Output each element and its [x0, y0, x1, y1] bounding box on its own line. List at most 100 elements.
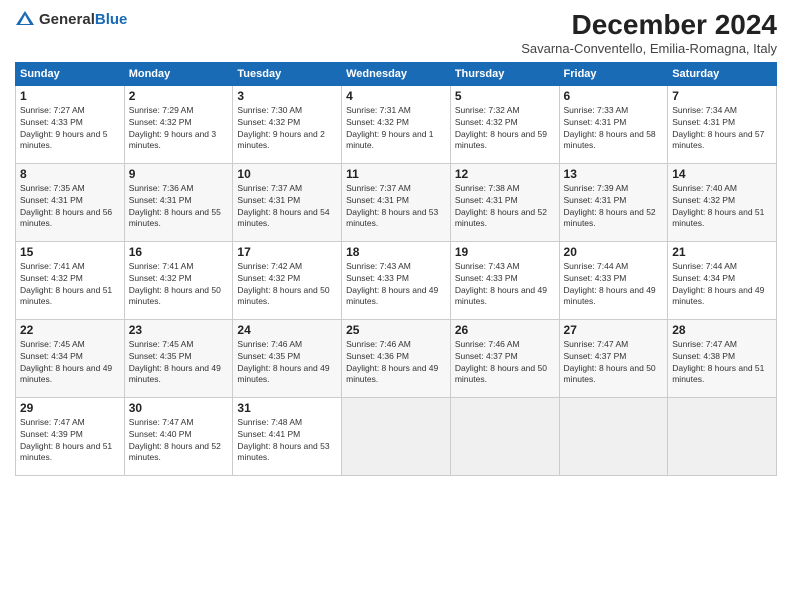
day-number: 22 [20, 323, 120, 337]
day-number: 31 [237, 401, 337, 415]
calendar-cell: 1 Sunrise: 7:27 AMSunset: 4:33 PMDayligh… [16, 85, 125, 163]
calendar-cell: 16 Sunrise: 7:41 AMSunset: 4:32 PMDaylig… [124, 241, 233, 319]
day-number: 9 [129, 167, 229, 181]
col-sunday: Sunday [16, 62, 125, 85]
day-info: Sunrise: 7:44 AMSunset: 4:33 PMDaylight:… [564, 261, 656, 307]
day-number: 24 [237, 323, 337, 337]
day-number: 6 [564, 89, 664, 103]
day-info: Sunrise: 7:36 AMSunset: 4:31 PMDaylight:… [129, 183, 221, 229]
calendar-cell: 10 Sunrise: 7:37 AMSunset: 4:31 PMDaylig… [233, 163, 342, 241]
day-number: 10 [237, 167, 337, 181]
logo-general: GeneralBlue [39, 11, 127, 29]
subtitle: Savarna-Conventello, Emilia-Romagna, Ita… [521, 41, 777, 56]
calendar-cell: 27 Sunrise: 7:47 AMSunset: 4:37 PMDaylig… [559, 319, 668, 397]
logo-icon [15, 10, 35, 30]
day-number: 16 [129, 245, 229, 259]
day-info: Sunrise: 7:37 AMSunset: 4:31 PMDaylight:… [346, 183, 438, 229]
calendar-week-1: 1 Sunrise: 7:27 AMSunset: 4:33 PMDayligh… [16, 85, 777, 163]
day-info: Sunrise: 7:38 AMSunset: 4:31 PMDaylight:… [455, 183, 547, 229]
calendar-cell: 8 Sunrise: 7:35 AMSunset: 4:31 PMDayligh… [16, 163, 125, 241]
day-number: 28 [672, 323, 772, 337]
col-wednesday: Wednesday [342, 62, 451, 85]
calendar-cell: 7 Sunrise: 7:34 AMSunset: 4:31 PMDayligh… [668, 85, 777, 163]
calendar-cell: 6 Sunrise: 7:33 AMSunset: 4:31 PMDayligh… [559, 85, 668, 163]
day-info: Sunrise: 7:41 AMSunset: 4:32 PMDaylight:… [129, 261, 221, 307]
day-info: Sunrise: 7:35 AMSunset: 4:31 PMDaylight:… [20, 183, 112, 229]
header: GeneralBlue December 2024 Savarna-Conven… [15, 10, 777, 56]
calendar-cell: 29 Sunrise: 7:47 AMSunset: 4:39 PMDaylig… [16, 397, 125, 475]
day-number: 12 [455, 167, 555, 181]
calendar-cell: 14 Sunrise: 7:40 AMSunset: 4:32 PMDaylig… [668, 163, 777, 241]
day-info: Sunrise: 7:48 AMSunset: 4:41 PMDaylight:… [237, 417, 329, 463]
calendar-table: Sunday Monday Tuesday Wednesday Thursday… [15, 62, 777, 476]
calendar-cell: 2 Sunrise: 7:29 AMSunset: 4:32 PMDayligh… [124, 85, 233, 163]
calendar-cell [342, 397, 451, 475]
day-info: Sunrise: 7:40 AMSunset: 4:32 PMDaylight:… [672, 183, 764, 229]
day-info: Sunrise: 7:47 AMSunset: 4:38 PMDaylight:… [672, 339, 764, 385]
day-number: 23 [129, 323, 229, 337]
day-number: 18 [346, 245, 446, 259]
day-number: 19 [455, 245, 555, 259]
day-number: 11 [346, 167, 446, 181]
calendar-cell: 17 Sunrise: 7:42 AMSunset: 4:32 PMDaylig… [233, 241, 342, 319]
calendar-cell: 13 Sunrise: 7:39 AMSunset: 4:31 PMDaylig… [559, 163, 668, 241]
calendar-cell [450, 397, 559, 475]
calendar-cell: 22 Sunrise: 7:45 AMSunset: 4:34 PMDaylig… [16, 319, 125, 397]
calendar-cell: 25 Sunrise: 7:46 AMSunset: 4:36 PMDaylig… [342, 319, 451, 397]
calendar-cell: 4 Sunrise: 7:31 AMSunset: 4:32 PMDayligh… [342, 85, 451, 163]
day-info: Sunrise: 7:47 AMSunset: 4:37 PMDaylight:… [564, 339, 656, 385]
day-number: 30 [129, 401, 229, 415]
day-info: Sunrise: 7:31 AMSunset: 4:32 PMDaylight:… [346, 105, 433, 151]
calendar-cell: 24 Sunrise: 7:46 AMSunset: 4:35 PMDaylig… [233, 319, 342, 397]
calendar-week-2: 8 Sunrise: 7:35 AMSunset: 4:31 PMDayligh… [16, 163, 777, 241]
logo: GeneralBlue [15, 10, 127, 30]
day-info: Sunrise: 7:47 AMSunset: 4:40 PMDaylight:… [129, 417, 221, 463]
col-friday: Friday [559, 62, 668, 85]
day-info: Sunrise: 7:41 AMSunset: 4:32 PMDaylight:… [20, 261, 112, 307]
day-info: Sunrise: 7:43 AMSunset: 4:33 PMDaylight:… [346, 261, 438, 307]
calendar-week-3: 15 Sunrise: 7:41 AMSunset: 4:32 PMDaylig… [16, 241, 777, 319]
day-number: 8 [20, 167, 120, 181]
calendar-cell: 31 Sunrise: 7:48 AMSunset: 4:41 PMDaylig… [233, 397, 342, 475]
col-tuesday: Tuesday [233, 62, 342, 85]
calendar-week-4: 22 Sunrise: 7:45 AMSunset: 4:34 PMDaylig… [16, 319, 777, 397]
day-number: 21 [672, 245, 772, 259]
day-number: 2 [129, 89, 229, 103]
calendar-cell: 30 Sunrise: 7:47 AMSunset: 4:40 PMDaylig… [124, 397, 233, 475]
day-info: Sunrise: 7:45 AMSunset: 4:35 PMDaylight:… [129, 339, 221, 385]
day-number: 26 [455, 323, 555, 337]
header-row: Sunday Monday Tuesday Wednesday Thursday… [16, 62, 777, 85]
calendar-cell: 20 Sunrise: 7:44 AMSunset: 4:33 PMDaylig… [559, 241, 668, 319]
calendar-cell: 28 Sunrise: 7:47 AMSunset: 4:38 PMDaylig… [668, 319, 777, 397]
day-info: Sunrise: 7:42 AMSunset: 4:32 PMDaylight:… [237, 261, 329, 307]
calendar-cell: 3 Sunrise: 7:30 AMSunset: 4:32 PMDayligh… [233, 85, 342, 163]
day-info: Sunrise: 7:43 AMSunset: 4:33 PMDaylight:… [455, 261, 547, 307]
day-info: Sunrise: 7:30 AMSunset: 4:32 PMDaylight:… [237, 105, 324, 151]
day-info: Sunrise: 7:39 AMSunset: 4:31 PMDaylight:… [564, 183, 656, 229]
page-container: GeneralBlue December 2024 Savarna-Conven… [0, 0, 792, 486]
day-number: 1 [20, 89, 120, 103]
day-number: 17 [237, 245, 337, 259]
day-number: 20 [564, 245, 664, 259]
day-info: Sunrise: 7:46 AMSunset: 4:37 PMDaylight:… [455, 339, 547, 385]
day-number: 5 [455, 89, 555, 103]
day-info: Sunrise: 7:33 AMSunset: 4:31 PMDaylight:… [564, 105, 656, 151]
calendar-cell: 21 Sunrise: 7:44 AMSunset: 4:34 PMDaylig… [668, 241, 777, 319]
main-title: December 2024 [521, 10, 777, 41]
day-info: Sunrise: 7:46 AMSunset: 4:36 PMDaylight:… [346, 339, 438, 385]
day-number: 14 [672, 167, 772, 181]
day-number: 3 [237, 89, 337, 103]
day-info: Sunrise: 7:44 AMSunset: 4:34 PMDaylight:… [672, 261, 764, 307]
day-number: 7 [672, 89, 772, 103]
col-thursday: Thursday [450, 62, 559, 85]
calendar-week-5: 29 Sunrise: 7:47 AMSunset: 4:39 PMDaylig… [16, 397, 777, 475]
day-info: Sunrise: 7:47 AMSunset: 4:39 PMDaylight:… [20, 417, 112, 463]
col-monday: Monday [124, 62, 233, 85]
day-info: Sunrise: 7:46 AMSunset: 4:35 PMDaylight:… [237, 339, 329, 385]
calendar-cell: 5 Sunrise: 7:32 AMSunset: 4:32 PMDayligh… [450, 85, 559, 163]
calendar-cell: 11 Sunrise: 7:37 AMSunset: 4:31 PMDaylig… [342, 163, 451, 241]
calendar-cell: 23 Sunrise: 7:45 AMSunset: 4:35 PMDaylig… [124, 319, 233, 397]
day-info: Sunrise: 7:27 AMSunset: 4:33 PMDaylight:… [20, 105, 107, 151]
day-number: 29 [20, 401, 120, 415]
calendar-cell: 19 Sunrise: 7:43 AMSunset: 4:33 PMDaylig… [450, 241, 559, 319]
